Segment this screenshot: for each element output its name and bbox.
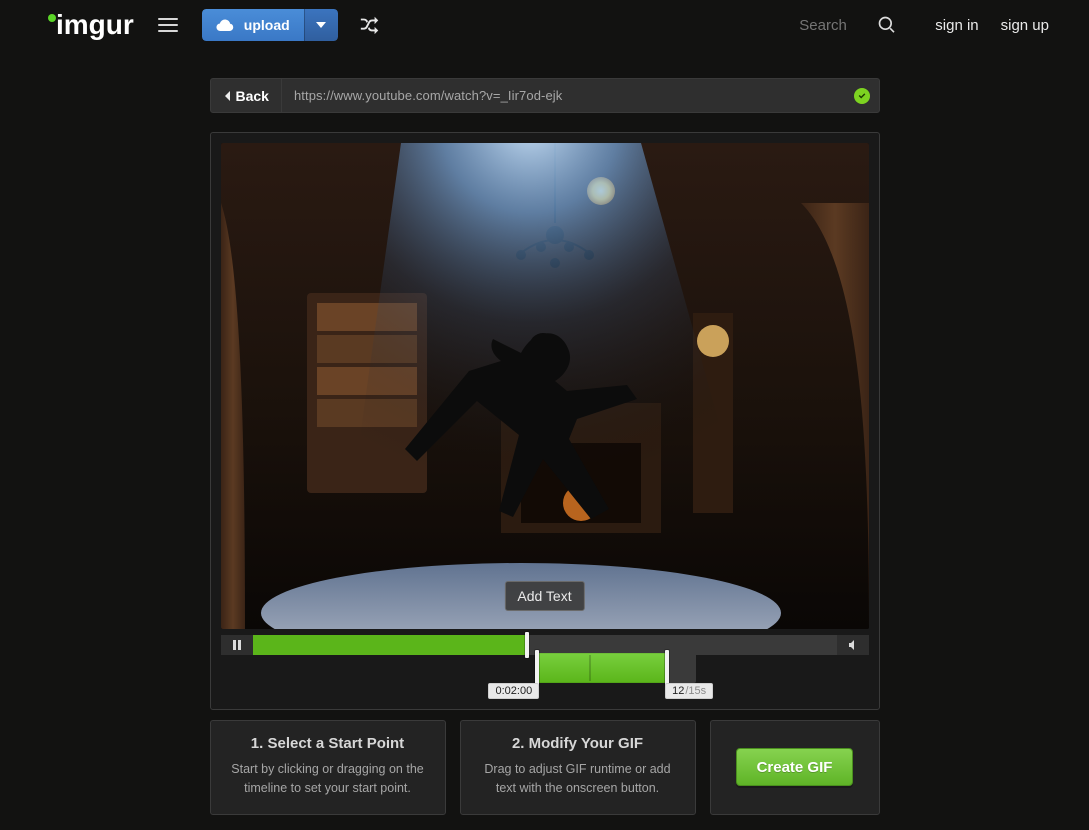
range-grip-icon bbox=[589, 655, 591, 681]
selection-range[interactable] bbox=[537, 653, 667, 683]
upload-button[interactable]: upload bbox=[202, 9, 338, 41]
chevron-down-icon bbox=[315, 19, 327, 31]
logo[interactable]: imgur bbox=[48, 11, 134, 39]
end-value: 12 bbox=[672, 685, 684, 697]
end-suffix: /15s bbox=[685, 685, 706, 697]
pause-button[interactable] bbox=[221, 635, 253, 655]
volume-icon bbox=[847, 639, 859, 651]
volume-button[interactable] bbox=[837, 635, 869, 655]
search-input[interactable] bbox=[797, 16, 867, 35]
progress-track[interactable] bbox=[253, 635, 837, 655]
progress-filled bbox=[253, 635, 527, 655]
url-status bbox=[845, 88, 879, 104]
upload-label: upload bbox=[244, 17, 290, 33]
check-badge-icon bbox=[854, 88, 870, 104]
url-row: Back https://www.youtube.com/watch?v=_Ii… bbox=[210, 78, 880, 113]
step-card-2: 2. Modify Your GIF Drag to adjust GIF ru… bbox=[460, 720, 696, 815]
back-label: Back bbox=[236, 88, 269, 104]
steps-row: 1. Select a Start Point Start by clickin… bbox=[210, 720, 880, 815]
step-card-1: 1. Select a Start Point Start by clickin… bbox=[210, 720, 446, 815]
player-controls bbox=[221, 635, 869, 655]
search-icon bbox=[877, 15, 897, 35]
range-end-handle[interactable] bbox=[665, 650, 669, 686]
cta-card: Create GIF bbox=[710, 720, 880, 815]
pause-icon bbox=[231, 639, 243, 651]
sign-in-link[interactable]: sign in bbox=[935, 17, 978, 34]
step1-title: 1. Select a Start Point bbox=[225, 735, 431, 752]
editor-panel: Add Text bbox=[210, 132, 880, 710]
step2-desc: Drag to adjust GIF runtime or add text w… bbox=[475, 760, 681, 798]
video-wrap: Add Text bbox=[221, 143, 869, 629]
url-input[interactable]: https://www.youtube.com/watch?v=_Iir7od-… bbox=[282, 79, 845, 112]
step2-title: 2. Modify Your GIF bbox=[475, 735, 681, 752]
create-gif-button[interactable]: Create GIF bbox=[736, 748, 854, 786]
back-button[interactable]: Back bbox=[211, 79, 282, 112]
range-start-handle[interactable] bbox=[535, 650, 539, 686]
start-time-chip: 0:02:00 bbox=[488, 683, 539, 699]
sign-up-link[interactable]: sign up bbox=[1001, 17, 1049, 34]
search[interactable] bbox=[797, 15, 897, 35]
menu-icon[interactable] bbox=[152, 12, 184, 38]
topbar: imgur upload sign in sign up bbox=[0, 0, 1089, 50]
step1-desc: Start by clicking or dragging on the tim… bbox=[225, 760, 431, 798]
page: Back https://www.youtube.com/watch?v=_Ii… bbox=[105, 78, 985, 828]
auth-links: sign in sign up bbox=[935, 17, 1049, 34]
add-text-button[interactable]: Add Text bbox=[504, 581, 584, 611]
shuffle-icon[interactable] bbox=[356, 11, 384, 39]
upload-caret[interactable] bbox=[304, 9, 338, 41]
video-preview[interactable] bbox=[221, 143, 869, 629]
logo-text: imgur bbox=[56, 11, 134, 39]
chevron-left-icon bbox=[223, 90, 231, 102]
selection-overflow bbox=[667, 653, 696, 683]
upload-main[interactable]: upload bbox=[202, 9, 304, 41]
logo-dot bbox=[48, 14, 56, 22]
end-time-chip: 12 /15s bbox=[665, 683, 713, 699]
selection-row: 0:02:00 12 /15s bbox=[221, 653, 869, 695]
cloud-upload-icon bbox=[216, 18, 234, 32]
